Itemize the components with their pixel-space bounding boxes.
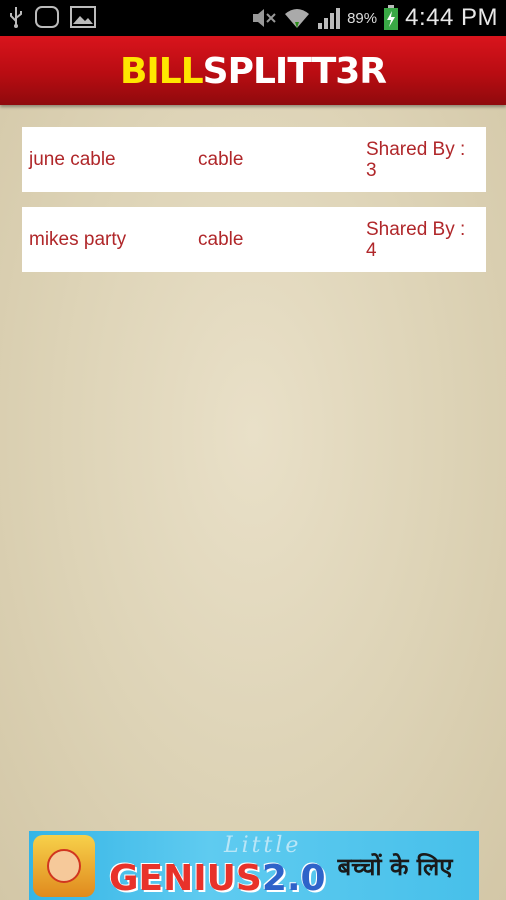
app-header: BILLSPLITT3R (0, 36, 506, 105)
bill-list: june cable cable Shared By : 3 mikes par… (22, 127, 486, 287)
battery-percent: 89% (347, 9, 378, 27)
bill-shared-by: Shared By : 3 (366, 139, 466, 181)
mute-icon (251, 8, 277, 28)
bill-name: mikes party (29, 229, 127, 250)
logo-bill: BILL (119, 51, 204, 92)
ad-genius-text: GENIUS (109, 858, 262, 899)
signal-icon (317, 7, 341, 29)
notification-icon (34, 5, 60, 29)
usb-icon (8, 5, 24, 29)
app-logo: BILLSPLITT3R (0, 52, 506, 92)
ad-little-text: Little (224, 833, 302, 858)
status-bar: 89% 4:44 PM (0, 0, 506, 36)
bill-category: cable (198, 229, 244, 250)
logo-splitter: SPLITT3R (202, 51, 387, 92)
image-icon (70, 6, 96, 28)
clock: 4:44 PM (405, 4, 498, 31)
wifi-icon (283, 6, 311, 30)
ad-hindi-text: बच्चों के लिए (337, 852, 453, 881)
ad-character-icon (33, 835, 95, 897)
character-face (47, 849, 81, 883)
bill-category: cable (198, 149, 244, 170)
list-item[interactable]: june cable cable Shared By : 3 (22, 127, 486, 192)
ad-title: GENIUS2.0 (109, 861, 326, 897)
list-item[interactable]: mikes party cable Shared By : 4 (22, 207, 486, 272)
bill-shared-by: Shared By : 4 (366, 219, 466, 261)
battery-icon (383, 5, 399, 31)
ad-banner[interactable]: Little GENIUS2.0 बच्चों के लिए (29, 831, 479, 900)
bill-name: june cable (29, 149, 116, 170)
